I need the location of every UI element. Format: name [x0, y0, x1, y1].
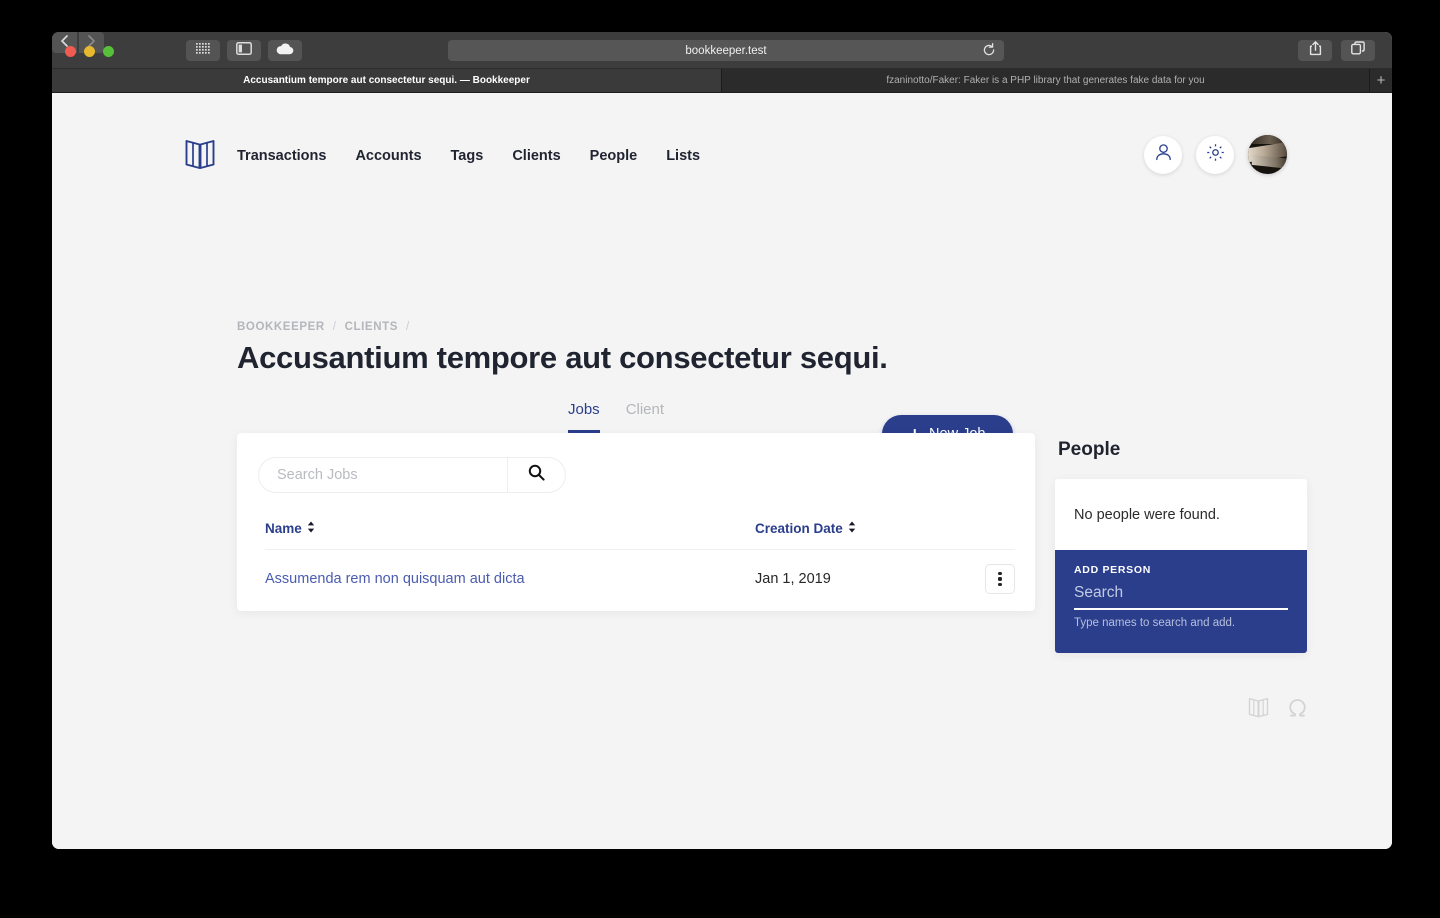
people-empty-message: No people were found. — [1074, 506, 1220, 523]
header-actions — [1144, 135, 1287, 174]
browser-tab-active[interactable]: Accusantium tempore aut consectetur sequ… — [52, 69, 722, 92]
add-person-section: ADD PERSON Type names to search and add. — [1055, 550, 1307, 653]
job-creation-date: Jan 1, 2019 — [755, 571, 831, 587]
close-window-button[interactable] — [65, 46, 76, 57]
page-content: Transactions Accounts Tags Clients Peopl… — [52, 93, 1392, 849]
search-jobs-input[interactable] — [259, 458, 507, 492]
content-tabs: Jobs Client — [568, 401, 664, 433]
address-bar[interactable]: bookkeeper.test — [448, 40, 1004, 61]
new-tab-button[interactable]: + — [1370, 69, 1392, 92]
sort-arrows-icon — [307, 521, 315, 536]
nav-item-lists[interactable]: Lists — [666, 148, 700, 164]
user-avatar[interactable] — [1248, 135, 1287, 174]
nav-item-tags[interactable]: Tags — [451, 148, 484, 164]
row-actions — [975, 564, 1015, 594]
app-grid-button[interactable] — [186, 40, 220, 61]
browser-window: bookkeeper.test Accusantium tempore aut … — [52, 32, 1392, 849]
settings-button[interactable] — [1196, 135, 1234, 174]
jobs-table-header: Name Creation Date — [265, 521, 1015, 550]
maximize-window-button[interactable] — [103, 46, 114, 57]
browser-tabstrip: Accusantium tempore aut consectetur sequ… — [52, 69, 1392, 93]
table-row: Assumenda rem non quisquam aut dicta Jan… — [265, 555, 1015, 603]
breadcrumb-separator-2: / — [406, 321, 410, 333]
sort-arrows-icon — [848, 521, 856, 536]
job-name-link[interactable]: Assumenda rem non quisquam aut dicta — [265, 571, 755, 587]
magnifier-icon — [528, 464, 545, 486]
icloud-icon — [276, 42, 294, 60]
open-book-logo-icon[interactable] — [185, 137, 215, 175]
browser-tab-inactive[interactable]: fzaninotto/Faker: Faker is a PHP library… — [722, 69, 1370, 92]
jobs-search-group — [258, 457, 566, 493]
icloud-button[interactable] — [268, 40, 302, 61]
column-header-creation-date[interactable]: Creation Date — [755, 521, 1015, 536]
main-nav: Transactions Accounts Tags Clients Peopl… — [237, 148, 700, 164]
add-person-search-input[interactable] — [1074, 584, 1288, 610]
minimize-window-button[interactable] — [84, 46, 95, 57]
person-icon — [1155, 143, 1172, 166]
nav-item-people[interactable]: People — [590, 148, 638, 164]
column-header-name[interactable]: Name — [265, 521, 755, 536]
kebab-menu-icon[interactable] — [985, 564, 1015, 594]
gear-icon — [1206, 143, 1225, 167]
tab-overview-icon — [1351, 41, 1365, 60]
breadcrumb: BOOKKEEPER / CLIENTS / — [237, 321, 410, 333]
jobs-card: Name Creation Date Assumenda rem non qui… — [237, 433, 1035, 611]
window-traffic-lights — [65, 46, 114, 57]
column-header-creation-date-label: Creation Date — [755, 521, 843, 536]
tab-jobs[interactable]: Jobs — [568, 401, 600, 433]
reload-icon[interactable] — [982, 43, 996, 61]
open-book-icon[interactable] — [1248, 696, 1269, 723]
share-icon — [1309, 40, 1322, 61]
nav-item-transactions[interactable]: Transactions — [237, 148, 326, 164]
page-title: Accusantium tempore aut consectetur sequ… — [237, 340, 888, 375]
breadcrumb-separator: / — [332, 321, 337, 333]
account-button[interactable] — [1144, 135, 1182, 174]
tab-client[interactable]: Client — [626, 401, 664, 433]
breadcrumb-root[interactable]: BOOKKEEPER — [237, 321, 325, 333]
people-card: No people were found. ADD PERSON Type na… — [1055, 479, 1307, 653]
app-grid-icon — [196, 42, 210, 60]
sidebar-toggle-icon — [236, 41, 252, 60]
nav-item-clients[interactable]: Clients — [512, 148, 560, 164]
nav-item-accounts[interactable]: Accounts — [355, 148, 421, 164]
app-header: Transactions Accounts Tags Clients Peopl… — [52, 93, 1392, 191]
add-person-hint: Type names to search and add. — [1074, 617, 1236, 629]
breadcrumb-clients[interactable]: CLIENTS — [345, 321, 398, 333]
tab-overview-button[interactable] — [1341, 40, 1375, 61]
share-button[interactable] — [1298, 40, 1332, 61]
footer-icons — [1248, 696, 1308, 723]
column-header-name-label: Name — [265, 521, 302, 536]
omega-icon[interactable] — [1287, 696, 1308, 723]
people-panel-title: People — [1058, 439, 1121, 460]
sidebar-toggle-button[interactable] — [227, 40, 261, 61]
browser-toolbar: bookkeeper.test — [52, 32, 1392, 69]
search-jobs-button[interactable] — [507, 458, 565, 492]
address-text: bookkeeper.test — [685, 44, 767, 57]
add-person-label: ADD PERSON — [1074, 564, 1152, 576]
